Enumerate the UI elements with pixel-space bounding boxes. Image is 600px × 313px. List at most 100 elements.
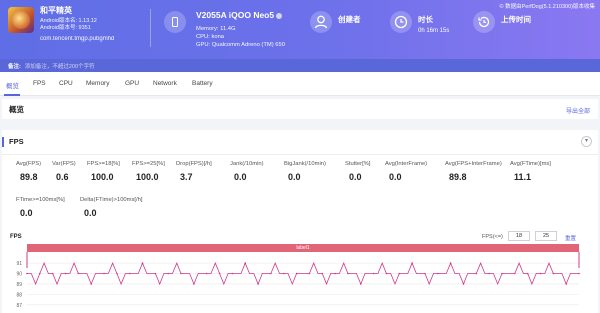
fps-data-point	[205, 272, 208, 275]
phone-icon	[164, 11, 186, 33]
fps-data-point	[231, 272, 234, 275]
fps-data-point	[257, 283, 259, 285]
divider	[2, 154, 598, 155]
fps-threshold-low-input[interactable]	[508, 231, 530, 241]
metric-drop-fps: Drop(FPS)[/h] 3.7	[176, 161, 212, 182]
tab-cpu[interactable]: CPU	[59, 80, 73, 87]
metric-value: 3.7	[180, 172, 193, 182]
metric-name: FPS>=18[%]	[87, 161, 120, 167]
fps-data-point	[244, 262, 246, 264]
metric-name: Delta(FTime)>100ms[/h]	[80, 197, 143, 203]
note-label: 备注:	[8, 64, 21, 70]
fps-data-point	[449, 262, 452, 264]
metric-value: 0.0	[84, 208, 97, 218]
fps-chart-title: FPS	[10, 234, 22, 240]
active-tab-indicator	[4, 94, 20, 96]
overview-title: 概览	[9, 105, 24, 114]
fps-data-point	[90, 283, 92, 285]
fps-data-point	[488, 272, 490, 275]
metric-value: 89.8	[449, 172, 467, 182]
app-version-name: Android版本名: 1.13.12	[40, 18, 97, 24]
device-gpu: GPU: Qualcomm Adreno (TM) 650	[196, 42, 285, 48]
metric-value: 0.0	[349, 172, 362, 182]
app-version-code: Android版本号: 9351	[40, 25, 91, 31]
fps-data-point	[385, 272, 388, 275]
tab-battery[interactable]: Battery	[192, 80, 213, 87]
fps-data-point	[154, 272, 157, 275]
metric-value: 0.0	[288, 172, 301, 182]
fps-data-point	[347, 272, 349, 275]
metric-stutter: Stutter[%] 0.0	[345, 161, 370, 182]
tab-gpu[interactable]: GPU	[125, 80, 139, 87]
metric-delta-ftime: Delta(FTime)>100ms[/h] 0.0	[80, 197, 142, 218]
fps-data-point	[308, 272, 311, 275]
metric-fps-25: FPS>=25[%] 100.0	[132, 161, 165, 182]
fps-data-point	[77, 272, 80, 275]
device-specs: Memory: 11.4G CPU: kona GPU: Qualcomm Ad…	[196, 25, 285, 49]
app-name: 和平精英	[40, 6, 72, 15]
metric-value: 0.0	[389, 172, 402, 182]
metric-var-fps: Var(FPS) 0.6	[52, 161, 76, 182]
fps-data-point	[282, 272, 285, 275]
fps-data-point	[424, 272, 426, 275]
metric-name: BigJank(/10min)	[284, 161, 326, 167]
metric-bigjank: BigJank(/10min) 0.0	[284, 161, 326, 182]
metric-name: Avg(FPS+InterFrame)	[445, 161, 502, 167]
export-all-button[interactable]: 导出全部	[566, 106, 590, 115]
tab-network[interactable]: Network	[153, 80, 177, 87]
y-tick-label: 88	[16, 292, 22, 298]
fps-data-point	[180, 272, 182, 275]
collapse-toggle-icon[interactable]: ▾	[581, 136, 592, 147]
device-info-icon[interactable]	[276, 12, 283, 19]
fps-data-point	[64, 272, 67, 275]
section-accent-bar	[2, 137, 4, 147]
fps-data-point	[270, 272, 272, 275]
fps-data-point	[475, 272, 478, 275]
metric-value: 0.6	[56, 172, 69, 182]
app-version-info: Android版本名: 1.13.12 Android版本号: 9351	[40, 18, 97, 32]
metric-avg-interframe: Avg(InterFrame) 0.0	[385, 161, 427, 182]
report-header: 和平精英 Android版本名: 1.13.12 Android版本号: 935…	[0, 0, 600, 59]
metric-name: Drop(FPS)[/h]	[176, 161, 212, 167]
overview-header: 概览 导出全部	[2, 99, 598, 119]
fps-data-point	[103, 272, 105, 275]
metric-value: 0.0	[234, 172, 247, 182]
metric-name: Avg(FTime)[ms]	[510, 161, 551, 167]
fps-data-point	[514, 272, 516, 275]
fps-data-point	[552, 272, 555, 275]
fps-data-point	[526, 272, 529, 275]
fps-data-point	[295, 272, 298, 275]
metric-name: FPS>=25[%]	[132, 161, 165, 167]
tab-memory[interactable]: Memory	[86, 80, 109, 87]
fps-data-point	[411, 262, 413, 264]
metric-avg-fps-interframe: Avg(FPS+InterFrame) 89.8	[445, 161, 502, 182]
fps-data-point	[360, 283, 362, 285]
tab-overview[interactable]: 概览	[6, 80, 19, 90]
app-icon	[8, 7, 34, 33]
fps-line-chart[interactable]: 91 90 89 88 87	[2, 252, 598, 313]
device-name-text: V2055A iQOO Neo5	[196, 10, 275, 20]
fps-threshold-high-input[interactable]	[535, 231, 557, 241]
metric-fps-18: FPS>=18[%] 100.0	[87, 161, 120, 182]
fps-data-point	[116, 272, 118, 275]
fps-data-point	[462, 283, 465, 285]
fps-range-label: FPS(<=)	[482, 234, 503, 240]
reset-button[interactable]: 重置	[565, 234, 576, 242]
user-icon	[310, 11, 332, 33]
note-input[interactable]: 添加备注，不超过200个字符	[25, 64, 95, 70]
metric-name: Jank(/10min)	[230, 161, 264, 167]
note-bar[interactable]: 备注: 添加备注，不超过200个字符	[0, 59, 600, 72]
tab-fps[interactable]: FPS	[33, 80, 46, 87]
y-tick-label: 87	[16, 303, 22, 309]
app-package: com.tencent.tmgp.pubgmhd	[40, 36, 115, 42]
history-icon	[473, 11, 495, 33]
tab-bar: 概览 FPS CPU Memory GPU Network Battery	[0, 72, 600, 96]
fps-data-point	[141, 262, 144, 264]
fps-data-point	[128, 272, 131, 275]
metric-value: 100.0	[91, 172, 114, 182]
metric-value: 89.8	[20, 172, 38, 182]
fps-data-point	[167, 272, 169, 275]
y-tick-label: 90	[16, 272, 22, 278]
label-bar[interactable]: label1	[27, 244, 579, 252]
device-memory: Memory: 11.4G	[196, 26, 236, 32]
